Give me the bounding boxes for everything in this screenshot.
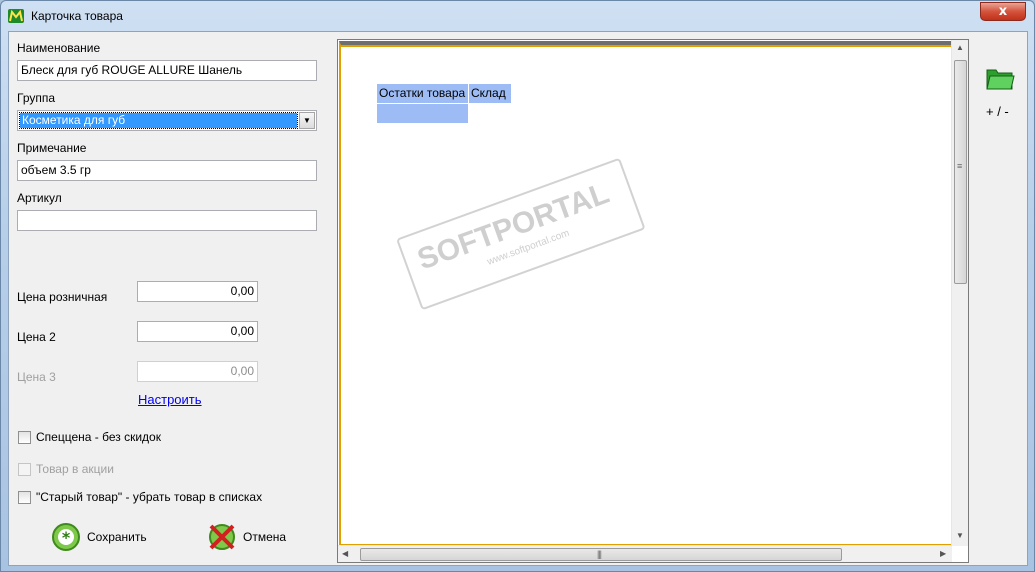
note-label: Примечание — [17, 141, 87, 155]
cancel-button[interactable]: Отмена — [207, 522, 286, 552]
cancel-cross-icon — [209, 524, 235, 550]
grip-icon: ||| — [597, 549, 602, 559]
special-price-checkbox-row[interactable]: Спеццена - без скидок — [18, 430, 161, 444]
old-item-checkbox-row[interactable]: "Старый товар" - убрать товар в списках — [18, 490, 262, 504]
folder-toggle-label[interactable]: + / - — [986, 104, 1009, 119]
vertical-scroll-thumb[interactable]: ≡ — [954, 60, 967, 284]
close-button[interactable]: x — [980, 2, 1026, 21]
scroll-right-icon[interactable]: ▶ — [940, 549, 946, 558]
group-label: Группа — [17, 91, 56, 105]
folder-icon[interactable] — [985, 64, 1015, 92]
old-item-label: "Старый товар" - убрать товар в списках — [36, 490, 263, 504]
promo-checkbox — [18, 462, 31, 476]
window-title: Карточка товара — [31, 9, 123, 23]
scroll-down-icon[interactable]: ▼ — [956, 531, 964, 540]
save-button-label: Сохранить — [87, 530, 147, 544]
grid-header-stock[interactable]: Остатки товара — [377, 84, 468, 103]
save-button[interactable]: * Сохранить — [51, 522, 147, 552]
configure-link[interactable]: Настроить — [138, 392, 202, 407]
vertical-scrollbar[interactable]: ▲ ≡ ▼ — [951, 40, 968, 546]
promo-label: Товар в акции — [36, 462, 114, 476]
grid-cell[interactable] — [377, 104, 468, 123]
svg-text:*: * — [62, 528, 71, 547]
article-label: Артикул — [17, 191, 62, 205]
price2-input[interactable]: 0,00 — [137, 321, 258, 342]
save-asterisk-icon: * — [52, 523, 80, 551]
cancel-button-label: Отмена — [243, 530, 287, 544]
scroll-up-icon[interactable]: ▲ — [956, 43, 964, 52]
horizontal-scrollbar[interactable]: ◀ ||| ▶ — [338, 545, 952, 562]
dropdown-arrow-icon[interactable]: ▼ — [299, 112, 315, 129]
horizontal-scroll-thumb[interactable]: ||| — [360, 548, 842, 561]
special-price-label: Спеццена - без скидок — [36, 430, 161, 444]
scroll-left-icon[interactable]: ◀ — [342, 549, 348, 558]
old-item-checkbox[interactable] — [18, 490, 31, 504]
app-logo-icon — [8, 9, 24, 23]
group-select[interactable]: Косметика для губ ▼ — [17, 110, 317, 131]
name-label: Наименование — [17, 41, 101, 55]
special-price-checkbox[interactable] — [18, 430, 31, 444]
article-input[interactable] — [17, 210, 317, 231]
group-selected-value: Косметика для губ — [19, 112, 298, 129]
price3-label: Цена 3 — [17, 370, 56, 384]
retail-price-label: Цена розничная — [17, 290, 108, 304]
note-input[interactable]: объем 3.5 гр — [17, 160, 317, 181]
price2-label: Цена 2 — [17, 330, 56, 344]
price3-input: 0,00 — [137, 361, 258, 382]
promo-checkbox-row: Товар в акции — [18, 462, 114, 476]
window-client-area: Наименование Блеск для губ ROUGE ALLURE … — [8, 31, 1028, 566]
grip-icon: ≡ — [957, 161, 962, 171]
product-card-window: Карточка товара x Наименование Блеск для… — [0, 0, 1035, 572]
retail-price-input[interactable]: 0,00 — [137, 281, 258, 302]
name-input[interactable]: Блеск для губ ROUGE ALLURE Шанель — [17, 60, 317, 81]
grid-header-warehouse[interactable]: Склад — [469, 84, 511, 103]
title-bar[interactable]: Карточка товара x — [1, 1, 1034, 31]
